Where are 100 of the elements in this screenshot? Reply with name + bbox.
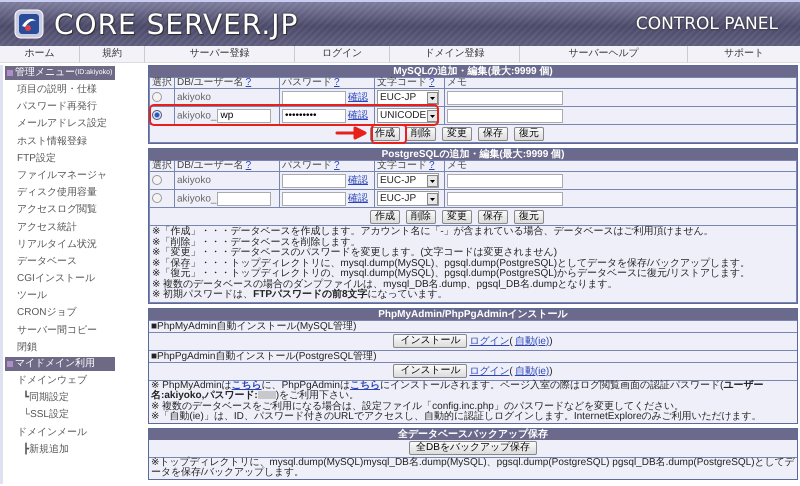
- sidebar-item[interactable]: パスワード再発行: [5, 98, 115, 116]
- sidebar-item[interactable]: リアルタイム状況: [5, 236, 115, 253]
- caret-icon: [427, 92, 438, 104]
- action-button[interactable]: 削除: [406, 126, 436, 140]
- sidebar-item[interactable]: アクセス統計: [5, 218, 115, 236]
- install-label: ■PhpPgAdmin自動インストール(PostgreSQL管理): [149, 350, 797, 362]
- column-header: パスワード: [282, 160, 332, 171]
- help-link[interactable]: ?: [429, 77, 435, 88]
- memo-input[interactable]: [447, 174, 563, 188]
- help-link[interactable]: ?: [246, 160, 252, 171]
- sidebar-item[interactable]: 閉鎖: [5, 338, 115, 356]
- help-link[interactable]: ?: [334, 77, 340, 88]
- install-button[interactable]: インストール: [393, 364, 468, 378]
- sidebar-item[interactable]: ホスト情報登録: [5, 132, 115, 150]
- install-button[interactable]: インストール: [393, 334, 468, 348]
- column-header: 選択: [152, 77, 172, 88]
- column-header: 選択: [152, 160, 172, 171]
- action-button[interactable]: 作成: [370, 126, 400, 140]
- nav-link[interactable]: ログイン: [295, 46, 390, 62]
- nav-link[interactable]: ドメイン登録: [390, 46, 520, 62]
- charset-select[interactable]: EUC-JP: [377, 191, 439, 206]
- note-text: ※「削除」・・・データベースを削除します。: [152, 238, 360, 248]
- charset-select[interactable]: UNICODE: [377, 108, 439, 123]
- note-text: ※「変更」・・・データベースのパスワードを変更します。(文字コードは変更されません): [152, 248, 558, 258]
- sidebar-item[interactable]: 項目の説明・仕様: [5, 81, 115, 98]
- paren-text: (: [509, 336, 513, 346]
- action-button[interactable]: 保存: [478, 126, 508, 140]
- sidebar-subitem[interactable]: └SSL設定: [5, 406, 115, 424]
- login-link[interactable]: ログイン: [469, 364, 510, 378]
- sidebar-item[interactable]: ツール: [5, 287, 115, 304]
- confirm-link[interactable]: 確認: [348, 175, 368, 186]
- column-header: 文字コード: [377, 77, 427, 88]
- help-link[interactable]: ?: [334, 160, 340, 171]
- sidebar-item[interactable]: サーバー間コピー: [5, 322, 115, 339]
- caret-icon: [427, 192, 438, 204]
- nav-link[interactable]: サポート: [688, 46, 800, 62]
- action-button[interactable]: 変更: [442, 210, 472, 224]
- nav-link[interactable]: 規約: [80, 46, 145, 62]
- action-button[interactable]: 削除: [406, 210, 436, 224]
- sidebar-item[interactable]: ディスク使用容量: [5, 184, 115, 202]
- note-text: ※ 初期パスワードは、FTPパスワードの前8文字になっています。: [152, 290, 448, 300]
- sidebar-item[interactable]: CRONジョブ: [5, 304, 115, 322]
- action-button[interactable]: 保存: [478, 210, 508, 224]
- password-input[interactable]: [282, 90, 346, 105]
- radio-button[interactable]: [152, 110, 162, 120]
- sidebar-item[interactable]: CGIインストール: [5, 270, 115, 288]
- header-subtitle: CONTROL PANEL: [636, 14, 778, 34]
- confirm-link[interactable]: 確認: [348, 110, 368, 122]
- password-input[interactable]: [282, 192, 346, 206]
- password-input[interactable]: [282, 174, 346, 188]
- section-title: MySQLの追加・編集(最大:9999 個): [149, 66, 797, 77]
- radio-button[interactable]: [152, 92, 162, 102]
- db-name-prefix: akiyoko_: [177, 110, 216, 122]
- sidebar-item[interactable]: ファイルマネージャ: [5, 166, 115, 184]
- section-title: PhpMyAdmin/PhpPgAdminインストール: [149, 308, 797, 320]
- action-button[interactable]: 復元: [514, 126, 544, 140]
- login-link[interactable]: ログイン: [469, 334, 510, 348]
- memo-input[interactable]: [447, 192, 563, 206]
- column-header: DB/ユーザー名: [177, 160, 244, 171]
- confirm-link[interactable]: 確認: [348, 92, 368, 104]
- db-name-input[interactable]: wp: [217, 108, 272, 122]
- sidebar-item[interactable]: FTP設定: [5, 150, 115, 167]
- memo-input[interactable]: [447, 90, 563, 104]
- note-text: ※ 複数のデータベースをご利用になる場合は、設定ファイル「config.inc.php」のパスワードなどを変更してください。: [151, 402, 684, 412]
- sidebar-item[interactable]: メールアドレス設定: [5, 115, 115, 133]
- sidebar-heading: マイドメイン利用: [5, 357, 115, 371]
- password-input[interactable]: •••••••••: [282, 108, 346, 123]
- sidebar-item[interactable]: ドメインメール: [5, 424, 115, 441]
- auto-login-link[interactable]: 自動(ie): [514, 364, 550, 378]
- nav-link[interactable]: ホーム: [0, 46, 80, 62]
- column-header: メモ: [447, 160, 467, 171]
- here-link[interactable]: こちら: [350, 380, 380, 390]
- sidebar-item[interactable]: データベース: [5, 252, 115, 270]
- nav-link[interactable]: サーバーヘルプ: [520, 46, 688, 62]
- sidebar-item[interactable]: アクセスログ閲覧: [5, 201, 115, 218]
- charset-select[interactable]: EUC-JP: [377, 90, 439, 105]
- sidebar-subitem[interactable]: ┗同期設定: [5, 389, 115, 406]
- column-header: メモ: [447, 77, 467, 88]
- arrow-annotation: [335, 126, 367, 140]
- backup-button[interactable]: 全DBをバックアップ保存: [409, 441, 537, 455]
- help-link[interactable]: ?: [429, 160, 435, 171]
- install-label: ■PhpMyAdmin自動インストール(MySQL管理): [149, 320, 797, 332]
- memo-input[interactable]: [447, 108, 563, 122]
- radio-button[interactable]: [152, 193, 162, 204]
- charset-select[interactable]: EUC-JP: [377, 173, 439, 188]
- nav-link[interactable]: サーバー登録: [145, 46, 295, 62]
- sidebar-subitem[interactable]: ┣新規追加: [5, 440, 115, 458]
- action-button[interactable]: 作成: [370, 210, 400, 224]
- action-button[interactable]: 復元: [514, 210, 544, 224]
- action-button[interactable]: 変更: [442, 126, 472, 140]
- auto-login-link[interactable]: 自動(ie): [514, 334, 550, 348]
- db-name-input[interactable]: [217, 192, 272, 206]
- sidebar-item[interactable]: ドメインウェブ: [5, 372, 115, 390]
- help-link[interactable]: ?: [246, 77, 252, 88]
- confirm-link[interactable]: 確認: [348, 193, 368, 204]
- here-link[interactable]: こちら: [232, 380, 262, 390]
- column-header: パスワード: [282, 77, 332, 88]
- paren-text: ): [549, 336, 553, 346]
- db-name-prefix: akiyoko_: [177, 193, 216, 204]
- radio-button[interactable]: [152, 175, 162, 186]
